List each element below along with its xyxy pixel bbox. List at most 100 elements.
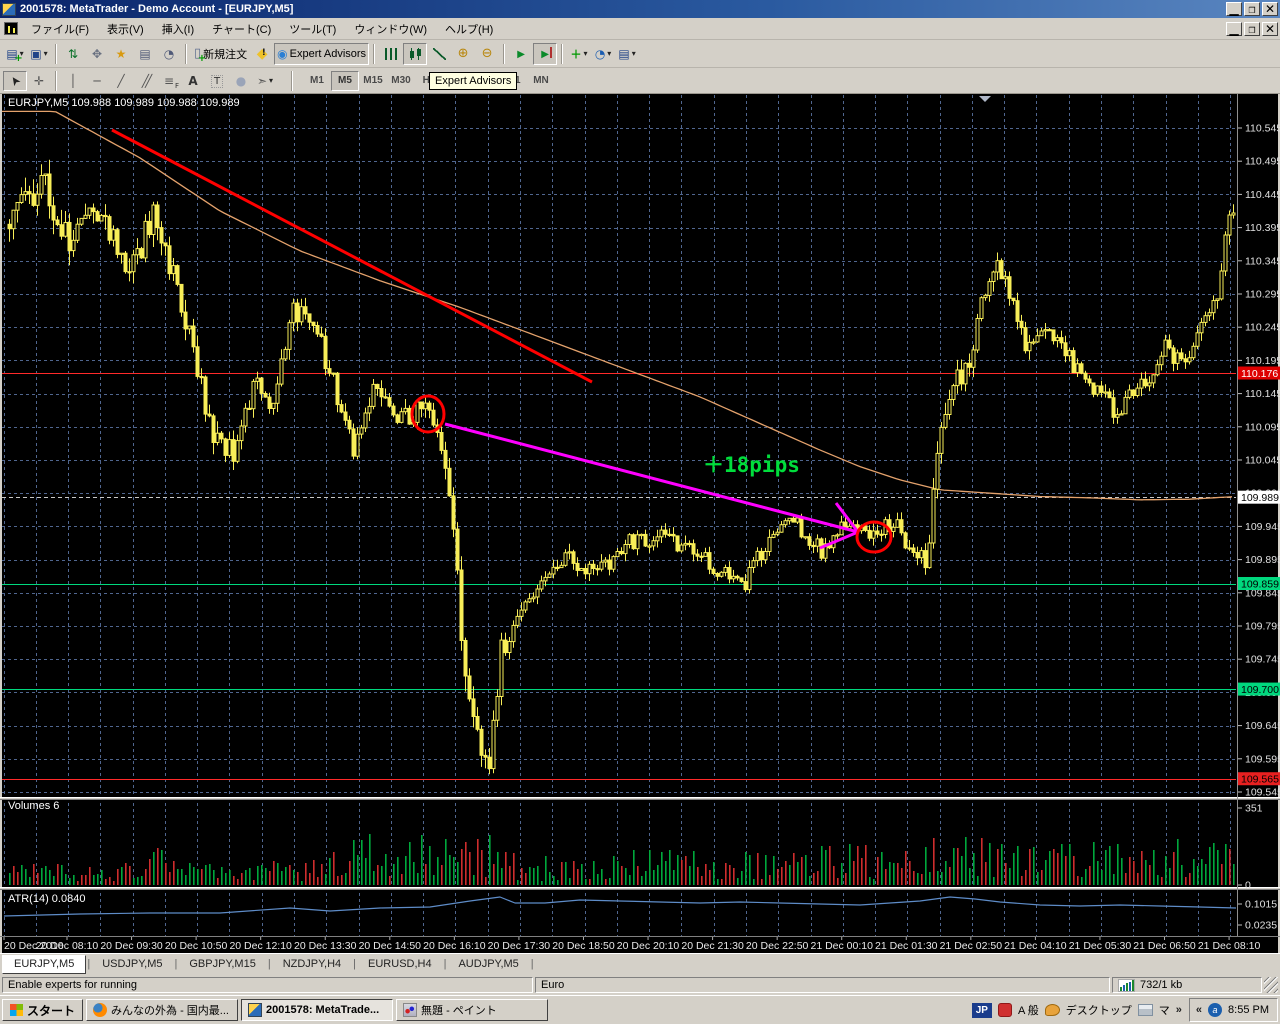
svg-text:110.295: 110.295 xyxy=(1245,289,1280,301)
ime-icon[interactable] xyxy=(998,1003,1012,1017)
tray-chevron[interactable]: « xyxy=(1196,1004,1202,1016)
zoom-in-button[interactable] xyxy=(451,43,475,65)
bar-chart-button[interactable] xyxy=(379,43,403,65)
ime-mode[interactable]: A 般 xyxy=(1018,1002,1039,1018)
chart-tab-audjpy-m5[interactable]: AUDJPY,M5 xyxy=(447,955,529,974)
text-button[interactable] xyxy=(181,71,205,91)
firefox-icon xyxy=(93,1003,107,1017)
crosshair-button[interactable] xyxy=(27,71,51,91)
horizontal-line-button[interactable] xyxy=(85,71,109,91)
chart-tab-gbpjpy-m15[interactable]: GBPJPY,M15 xyxy=(178,955,266,974)
timeframe-m5-button[interactable]: M5 xyxy=(331,71,359,91)
timeframe-mn-button[interactable]: MN xyxy=(527,71,555,91)
navigator-button[interactable] xyxy=(85,43,109,65)
strategy-tester-button[interactable] xyxy=(157,43,181,65)
overflow-chevron[interactable]: » xyxy=(1176,1004,1182,1016)
indicators-button[interactable] xyxy=(567,43,591,65)
svg-text:20 Dec 16:10: 20 Dec 16:10 xyxy=(423,940,486,952)
data-window-button[interactable] xyxy=(133,43,157,65)
svg-text:20 Dec 09:30: 20 Dec 09:30 xyxy=(100,940,163,952)
start-button[interactable]: スタート xyxy=(2,999,83,1021)
svg-text:20 Dec 08:10: 20 Dec 08:10 xyxy=(36,940,99,952)
fibonacci-button[interactable] xyxy=(157,71,181,91)
new-order-button[interactable]: 新規注文 xyxy=(191,43,250,65)
trendline-button[interactable] xyxy=(109,71,133,91)
arrows-button[interactable] xyxy=(253,71,277,91)
timeframe-m15-button[interactable]: M15 xyxy=(359,71,387,91)
menu-help[interactable]: ヘルプ(H) xyxy=(436,22,502,38)
svg-text:20 Dec 10:50: 20 Dec 10:50 xyxy=(165,940,228,952)
menu-tools[interactable]: ツール(T) xyxy=(280,22,345,38)
terminal-button[interactable] xyxy=(109,43,133,65)
atr-label: ATR(14) 0.0840 xyxy=(8,893,85,905)
menu-insert[interactable]: 挿入(I) xyxy=(153,22,203,38)
svg-text:21 Dec 05:30: 21 Dec 05:30 xyxy=(1069,940,1132,952)
chart-window-icon[interactable] xyxy=(4,22,18,35)
mdi-close-button[interactable] xyxy=(1262,22,1278,36)
chart-shift-button[interactable] xyxy=(533,43,557,65)
mdi-minimize-button[interactable] xyxy=(1226,22,1242,36)
paint-task-button[interactable]: 無題 - ペイント xyxy=(396,999,548,1021)
auto-scroll-button[interactable] xyxy=(509,43,533,65)
cursor-button[interactable] xyxy=(3,71,27,91)
horizontal-line-icon xyxy=(93,75,100,87)
ime-desktop-label[interactable]: デスクトップ xyxy=(1066,1002,1132,1018)
menu-view[interactable]: 表示(V) xyxy=(98,22,153,38)
template-icon xyxy=(618,48,629,60)
shapes-button[interactable] xyxy=(229,71,253,91)
chart-tab-eurusd-h4[interactable]: EURUSD,H4 xyxy=(357,955,443,974)
chart-tab-eurjpy-m5[interactable]: EURJPY,M5 xyxy=(2,955,86,974)
symbol-description: Euro xyxy=(541,979,564,991)
vertical-line-button[interactable] xyxy=(61,71,85,91)
periods-button[interactable] xyxy=(591,43,615,65)
zoom-out-icon xyxy=(482,47,493,60)
close-button[interactable] xyxy=(1262,2,1278,16)
menu-window[interactable]: ウィンドウ(W) xyxy=(345,22,436,38)
channel-icon xyxy=(142,75,148,87)
toolbar-separator xyxy=(55,44,57,64)
ime-short-label[interactable]: マ xyxy=(1159,1002,1170,1018)
timeframe-m30-button[interactable]: M30 xyxy=(387,71,415,91)
minimize-button[interactable] xyxy=(1226,2,1242,16)
svg-text:21 Dec 02:50: 21 Dec 02:50 xyxy=(940,940,1003,952)
chart-window[interactable]: 110.545110.495110.445110.395110.345110.2… xyxy=(0,94,1280,953)
data-counter: 732/1 kb xyxy=(1140,979,1182,991)
channel-button[interactable] xyxy=(133,71,157,91)
menu-charts[interactable]: チャート(C) xyxy=(203,22,280,38)
mdi-restore-button[interactable] xyxy=(1244,22,1260,36)
svg-text:109.595: 109.595 xyxy=(1245,753,1280,765)
line-chart-button[interactable] xyxy=(427,43,451,65)
task-buttons: みんなの外為 - 国内最...2001578: MetaTrade...無題 -… xyxy=(86,999,548,1021)
firefox-task-button[interactable]: みんなの外為 - 国内最... xyxy=(86,999,238,1021)
metatrader-task-button[interactable]: 2001578: MetaTrade... xyxy=(241,999,393,1021)
svg-text:109.895: 109.895 xyxy=(1245,554,1280,566)
chart-canvas[interactable]: 110.545110.495110.445110.395110.345110.2… xyxy=(0,94,1280,953)
minimize-icon xyxy=(1229,3,1238,15)
zoom-out-button[interactable] xyxy=(475,43,499,65)
arrow-tool-icon xyxy=(257,75,267,87)
alert-icon xyxy=(257,47,268,61)
svg-text:110.176: 110.176 xyxy=(1241,368,1278,380)
resize-grip[interactable] xyxy=(1264,977,1278,993)
language-indicator[interactable]: JP xyxy=(972,1003,992,1018)
palette-icon[interactable] xyxy=(1045,1004,1060,1016)
templates-button[interactable] xyxy=(615,43,639,65)
candlestick-chart-button[interactable] xyxy=(403,43,427,65)
svg-text:110.045: 110.045 xyxy=(1245,455,1280,467)
profiles-button[interactable] xyxy=(27,43,51,65)
tray-app-icon[interactable] xyxy=(1208,1003,1222,1017)
svg-text:109.989: 109.989 xyxy=(1241,492,1279,504)
timeframe-m1-button[interactable]: M1 xyxy=(303,71,331,91)
menu-items: ファイル(F)表示(V)挿入(I)チャート(C)ツール(T)ウィンドウ(W)ヘル… xyxy=(22,21,502,37)
new-chart-button[interactable] xyxy=(3,43,27,65)
menu-file[interactable]: ファイル(F) xyxy=(22,22,98,38)
restore-button[interactable] xyxy=(1244,2,1260,16)
chart-tab-nzdjpy-h4[interactable]: NZDJPY,H4 xyxy=(272,955,352,974)
market-watch-button[interactable] xyxy=(61,43,85,65)
expert-advisors-button[interactable]: Expert Advisors xyxy=(274,43,369,65)
printer-icon[interactable] xyxy=(1138,1004,1153,1016)
alert-button[interactable] xyxy=(250,43,274,65)
chart-tab-usdjpy-m5[interactable]: USDJPY,M5 xyxy=(91,955,173,974)
svg-text:110.195: 110.195 xyxy=(1245,355,1280,367)
text-label-button[interactable] xyxy=(205,71,229,91)
